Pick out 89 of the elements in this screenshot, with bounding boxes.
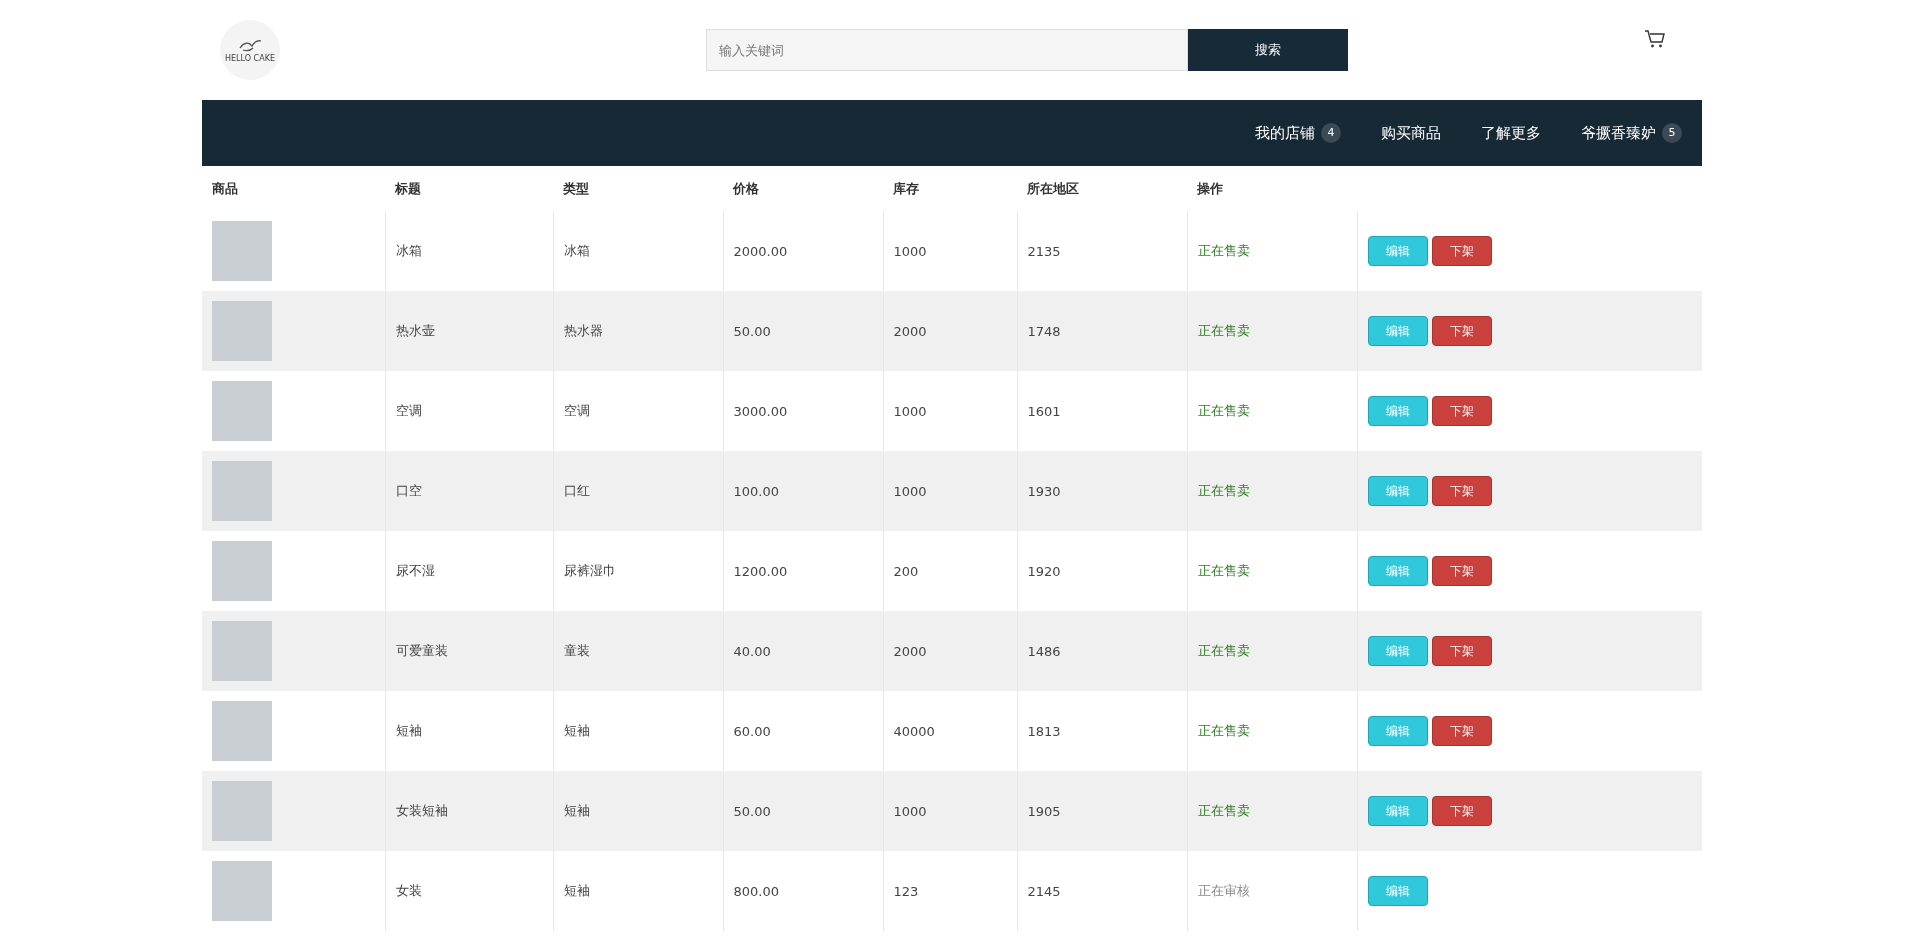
photo-placeholder [212,621,272,681]
table-cell: 空调 [395,403,422,418]
table-cell: 冰箱 [395,243,422,258]
table-cell: 1000 [893,483,927,499]
table-cell: 1200.00 [733,563,788,579]
table-cell: 123 [893,883,919,899]
logo-text: HELLO CAKE [225,53,275,63]
table-cell: 口红 [563,483,590,498]
table-cell: 童装 [563,643,590,658]
count-badge: 5 [1662,123,1682,143]
table-cell: 40000 [893,723,935,739]
table-cell: 50.00 [733,323,771,339]
remove-button[interactable]: 下架 [1431,716,1492,746]
photo-placeholder [212,461,272,521]
remove-button[interactable]: 下架 [1431,556,1492,586]
table-cell: 热水壶 [395,323,435,338]
column-header: 所在地区 [1027,180,1079,196]
table-cell: 1000 [893,243,927,259]
status-text: 正在审核 [1197,883,1250,898]
search-field[interactable]: 输入关键词 [706,29,1188,71]
status-text: 正在售卖 [1197,403,1250,418]
table-cell: 1748 [1027,323,1061,339]
table-cell: 1000 [893,803,927,819]
photo-placeholder [212,541,272,601]
column-header: 类型 [563,180,589,196]
column-header: 商品 [212,180,238,196]
table-cell: 200 [893,563,919,579]
table-cell: 尿裤湿巾 [563,563,616,578]
status-text: 正在售卖 [1197,323,1250,338]
table-cell: 1601 [1027,403,1061,419]
remove-button[interactable]: 下架 [1431,636,1492,666]
table-cell: 冰箱 [563,243,590,258]
table-cell: 女装短袖 [395,803,448,818]
table-cell: 尿不湿 [395,563,435,578]
cart-icon[interactable] [1644,29,1666,49]
photo-placeholder [212,221,272,281]
status-text: 正在售卖 [1197,563,1250,578]
photo-placeholder [212,301,272,361]
status-text: 正在售卖 [1197,803,1250,818]
table-cell: 口空 [395,483,422,498]
column-header: 标题 [395,180,421,196]
table-cell: 1905 [1027,803,1061,819]
table-cell: 热水器 [563,323,603,338]
search-button[interactable]: 搜索 [1188,29,1348,71]
column-header: 操作 [1197,180,1223,196]
nav-link[interactable]: 了解更多 [1481,123,1541,143]
table-cell: 女装 [395,883,422,898]
logo[interactable]: HELLO CAKE [220,20,280,80]
table-cell: 60.00 [733,723,771,739]
table-cell: 短袖 [563,723,590,738]
table-cell: 1930 [1027,483,1061,499]
table-cell: 空调 [563,403,590,418]
remove-button[interactable]: 下架 [1431,236,1492,266]
status-text: 正在售卖 [1197,643,1250,658]
nav-link[interactable]: 爷撅香臻妒 [1581,123,1656,143]
table-cell: 1920 [1027,563,1061,579]
column-header: 库存 [893,180,919,196]
table-cell: 2145 [1027,883,1061,899]
table-cell: 短袖 [563,883,590,898]
photo-placeholder [212,381,272,441]
table-cell: 40.00 [733,643,771,659]
remove-button[interactable]: 下架 [1431,316,1492,346]
table-cell: 1486 [1027,643,1061,659]
photo-placeholder [212,701,272,761]
table-cell: 1813 [1027,723,1061,739]
table-cell: 短袖 [395,723,422,738]
table-cell: 800.00 [733,883,779,899]
photo-placeholder [212,861,272,921]
table-cell: 2135 [1027,243,1061,259]
count-badge: 4 [1321,123,1341,143]
remove-button[interactable]: 下架 [1431,476,1492,506]
table-cell: 可爱童装 [395,643,448,658]
table-cell: 50.00 [733,803,771,819]
status-text: 正在售卖 [1197,723,1250,738]
table-cell: 短袖 [563,803,590,818]
table-cell: 3000.00 [733,403,788,419]
column-header: 价格 [733,180,759,196]
remove-button[interactable]: 下架 [1431,796,1492,826]
status-text: 正在售卖 [1197,243,1250,258]
table-cell: 1000 [893,403,927,419]
table-cell: 100.00 [733,483,779,499]
table-cell: 2000.00 [733,243,788,259]
photo-placeholder [212,781,272,841]
remove-button[interactable]: 下架 [1431,396,1492,426]
nav-link[interactable]: 购买商品 [1381,123,1441,143]
table-cell: 2000 [893,323,927,339]
nav-link[interactable]: 我的店铺 [1255,123,1315,143]
status-text: 正在售卖 [1197,483,1250,498]
table-cell: 2000 [893,643,927,659]
